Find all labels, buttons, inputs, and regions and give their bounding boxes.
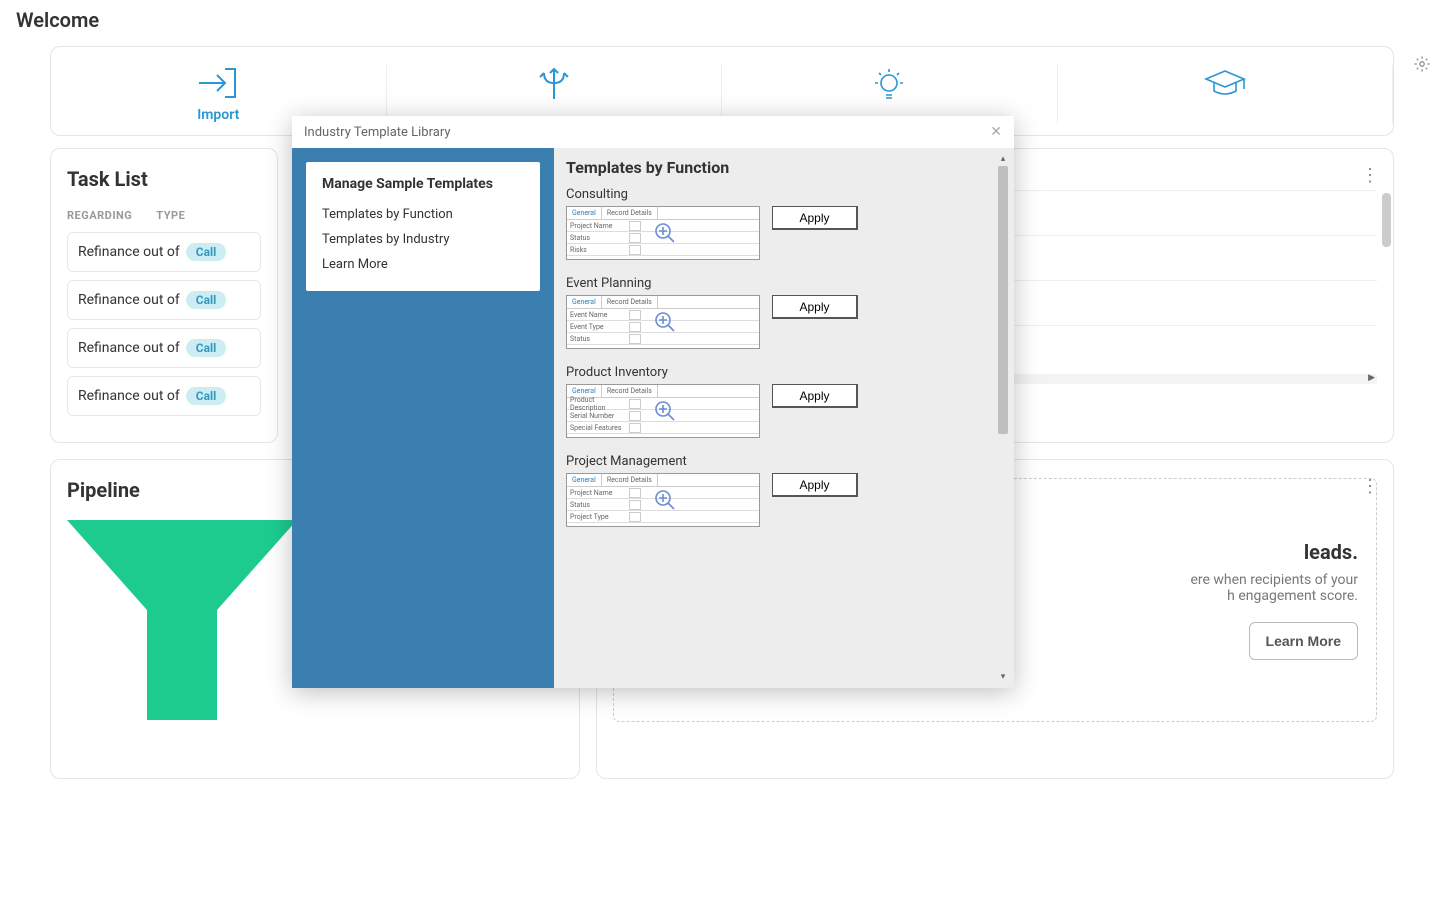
modal-backdrop: Industry Template Library ✕ Manage Sampl…: [0, 0, 1444, 898]
modal-main-title: Templates by Function: [566, 158, 992, 177]
modal-nav-item[interactable]: Templates by Industry: [322, 227, 524, 252]
magnify-icon: [653, 399, 677, 425]
modal-nav-title: Manage Sample Templates: [322, 176, 524, 192]
template-name: Consulting: [566, 187, 992, 202]
template-name: Event Planning: [566, 276, 992, 291]
magnify-icon: [653, 310, 677, 336]
close-icon[interactable]: ✕: [990, 124, 1002, 140]
template-preview[interactable]: GeneralRecord Details Project NameStatus…: [566, 473, 760, 527]
template-group: Event Planning GeneralRecord Details Eve…: [566, 276, 992, 349]
template-preview[interactable]: GeneralRecord Details Event NameEvent Ty…: [566, 295, 760, 349]
template-preview[interactable]: GeneralRecord Details Project NameStatus…: [566, 206, 760, 260]
apply-button[interactable]: Apply: [772, 295, 858, 319]
modal-scrollbar[interactable]: ▴ ▾: [998, 154, 1008, 682]
template-group: Product Inventory GeneralRecord Details …: [566, 365, 992, 438]
apply-button[interactable]: Apply: [772, 384, 858, 408]
magnify-icon: [653, 488, 677, 514]
modal-main: Templates by Function Consulting General…: [554, 148, 1014, 688]
modal-sidebar: Manage Sample Templates Templates by Fun…: [292, 148, 554, 688]
template-library-modal: Industry Template Library ✕ Manage Sampl…: [292, 116, 1014, 688]
magnify-icon: [653, 221, 677, 247]
modal-titlebar: Industry Template Library ✕: [292, 116, 1014, 148]
template-name: Project Management: [566, 454, 992, 469]
modal-nav-item[interactable]: Templates by Function: [322, 202, 524, 227]
template-preview[interactable]: GeneralRecord Details Product Descriptio…: [566, 384, 760, 438]
scrollbar-thumb[interactable]: [998, 166, 1008, 434]
scroll-up-icon[interactable]: ▴: [998, 154, 1008, 164]
apply-button[interactable]: Apply: [772, 206, 858, 230]
template-group: Consulting GeneralRecord Details Project…: [566, 187, 992, 260]
apply-button[interactable]: Apply: [772, 473, 858, 497]
template-group: Project Management GeneralRecord Details…: [566, 454, 992, 527]
scroll-down-icon[interactable]: ▾: [998, 672, 1008, 682]
modal-nav-card: Manage Sample Templates Templates by Fun…: [306, 162, 540, 291]
modal-nav-item[interactable]: Learn More: [322, 252, 524, 277]
modal-title: Industry Template Library: [304, 125, 451, 140]
template-name: Product Inventory: [566, 365, 992, 380]
